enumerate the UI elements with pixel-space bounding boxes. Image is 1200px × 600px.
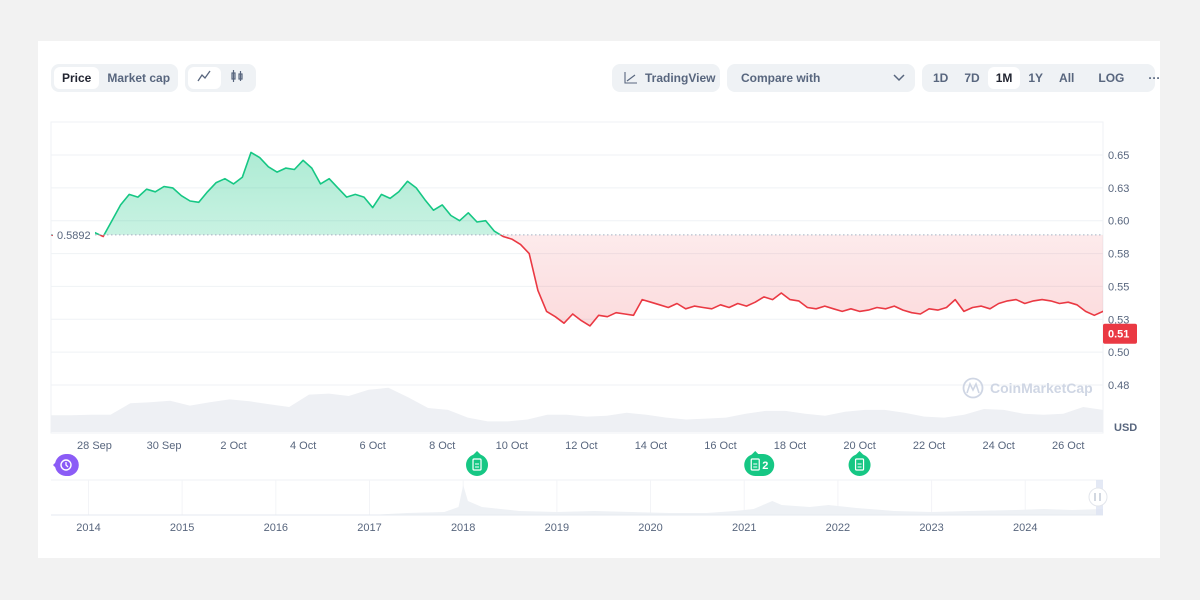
x-tick-label: 8 Oct [429,440,455,452]
navigator-year-label: 2021 [732,522,756,534]
price-chart[interactable]: CoinMarketCap 0.480.500.530.550.580.600.… [0,0,1200,600]
navigator-year-label: 2014 [76,522,100,534]
x-tick-label: 6 Oct [360,440,386,452]
event-markers: 2 [53,451,871,477]
y-tick-label: 0.58 [1108,249,1129,261]
x-tick-label: 24 Oct [982,440,1014,452]
navigator-year-label: 2019 [545,522,569,534]
x-tick-label: 22 Oct [913,440,945,452]
y-tick-label: 0.65 [1108,150,1129,162]
y-tick-label: 0.60 [1108,216,1129,228]
navigator-year-label: 2022 [826,522,850,534]
coinmarketcap-watermark: CoinMarketCap [962,377,1093,399]
y-axis: 0.480.500.530.550.580.600.630.65USD [1108,150,1137,434]
watermark-text: CoinMarketCap [990,380,1093,396]
x-tick-label: 28 Sep [77,440,112,452]
baseline-label: 0.5892 [57,230,91,242]
event-badge [848,454,871,476]
navigator-year-label: 2023 [919,522,943,534]
event-badge [466,454,489,476]
navigator-year-label: 2018 [451,522,475,534]
x-tick-label: 30 Sep [147,440,182,452]
x-tick-label: 10 Oct [496,440,528,452]
navigator-year-label: 2015 [170,522,194,534]
x-tick-label: 12 Oct [565,440,597,452]
x-tick-label: 20 Oct [843,440,875,452]
event-count: 2 [762,460,768,472]
x-axis: 28 Sep 30 Sep 2 Oct 4 Oct 6 Oct 8 Oct 10 Oct 12… [77,440,1084,452]
volume-area [51,387,1103,432]
y-tick-label: 0.63 [1108,183,1129,195]
navigator-year-label: 2020 [638,522,662,534]
history-marker[interactable] [53,454,79,477]
navigator-year-label: 2024 [1013,522,1037,534]
x-tick-label: 18 Oct [774,440,806,452]
x-tick-label: 4 Oct [290,440,316,452]
y-tick-label: 0.50 [1108,347,1129,359]
event-marker[interactable] [848,451,871,476]
event-marker[interactable]: 2 [744,451,775,476]
volume-bars [51,387,1103,432]
currency-label: USD [1114,422,1137,434]
event-marker[interactable] [466,451,489,476]
y-tick-label: 0.55 [1108,281,1129,293]
y-tick-label: 0.48 [1108,380,1129,392]
x-tick-label: 16 Oct [704,440,736,452]
navigator-year-label: 2017 [357,522,381,534]
x-tick-label: 2 Oct [220,440,246,452]
navigator-handle-bg[interactable] [1088,487,1108,507]
navigator-year-label: 2016 [264,522,288,534]
range-navigator[interactable]: 2014 2015 2016 2017 2018 2019 2020 2021 2022 2023… [51,479,1108,534]
x-tick-label: 14 Oct [635,440,667,452]
x-tick-label: 26 Oct [1052,440,1084,452]
navigator-series [369,485,1103,515]
current-price-label: 0.51 [1108,329,1129,341]
navigator-handle[interactable] [1088,487,1108,507]
